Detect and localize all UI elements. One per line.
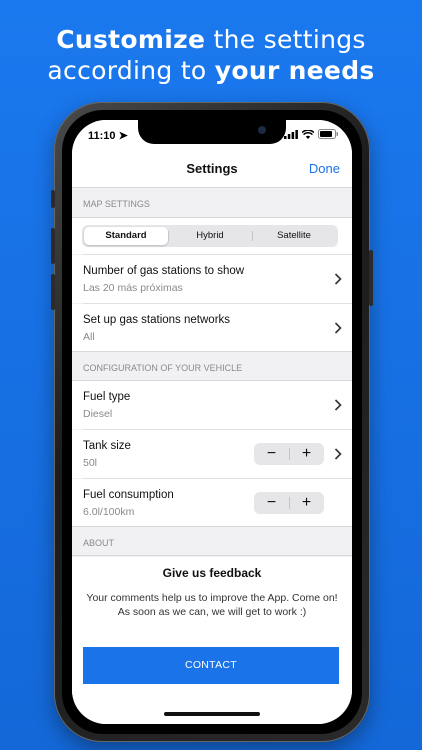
gas-stations-count-row[interactable]: Number of gas stations to show Las 20 má… [72,255,352,303]
increment-button[interactable]: + [289,443,324,465]
phone-power-button [369,250,373,306]
increment-button[interactable]: + [289,492,324,514]
row-label: Set up gas stations networks [83,314,231,326]
chevron-right-icon [334,273,342,285]
segment-hybrid[interactable]: Hybrid [168,227,252,245]
fuel-consumption-row[interactable]: Fuel consumption 6.0l/100km − + [72,479,352,526]
phone-volume-up-button [51,228,55,264]
promo-headline: Customize the settings according to your… [0,24,422,86]
row-value: 6.0l/100km [83,506,135,518]
navigation-bar: Settings Done [72,150,352,188]
section-header-map-settings: MAP SETTINGS [72,188,352,218]
fuel-consumption-stepper: − + [254,492,324,514]
contact-button[interactable]: CONTACT [83,647,339,684]
row-label: Fuel type [83,391,131,403]
notch [138,120,286,144]
feedback-card: Give us feedback Your comments help us t… [72,557,352,724]
location-arrow-icon: ➤ [118,130,128,142]
chevron-right-icon [334,322,342,334]
cellular-signal-icon [284,129,298,139]
fuel-type-row[interactable]: Fuel type Diesel [72,381,352,429]
row-label: Tank size [83,440,131,452]
row-label: Number of gas stations to show [83,265,245,277]
done-button[interactable]: Done [309,161,340,176]
row-value: 50l [83,457,98,469]
row-value: Las 20 más próximas [83,282,183,294]
status-time: 11:10 ➤ [88,130,128,142]
feedback-title: Give us feedback [162,566,262,580]
section-header-vehicle: CONFIGURATION OF YOUR VEHICLE [72,351,352,381]
decrement-button[interactable]: − [254,443,289,465]
wifi-icon [302,129,314,139]
row-value: Diesel [83,408,113,420]
phone-frame: 11:10 ➤ Settings Done MAP SETTINGS Stand… [51,102,373,742]
feedback-body: Your comments help us to improve the App… [86,592,338,618]
phone-mute-switch [51,190,55,208]
segment-standard[interactable]: Standard [84,227,168,245]
gas-station-networks-row[interactable]: Set up gas stations networks All [72,304,352,351]
row-label: Fuel consumption [83,489,174,501]
tank-size-row[interactable]: Tank size 50l − + [72,430,352,478]
row-value: All [83,331,95,343]
camera-icon [258,126,266,134]
map-type-cell: Standard Hybrid Satellite [72,218,352,254]
tank-size-stepper: − + [254,443,324,465]
chevron-right-icon [334,448,342,460]
battery-icon [318,129,338,139]
map-type-segmented-control: Standard Hybrid Satellite [82,225,338,247]
decrement-button[interactable]: − [254,492,289,514]
section-header-about: ABOUT [72,526,352,556]
phone-volume-down-button [51,274,55,310]
phone-screen: 11:10 ➤ Settings Done MAP SETTINGS Stand… [72,120,352,724]
chevron-right-icon [334,399,342,411]
status-icons [284,129,338,139]
home-indicator[interactable] [164,712,260,716]
segment-satellite[interactable]: Satellite [252,227,336,245]
headline-line-2: according to your needs [47,56,375,85]
headline-line-1: Customize the settings [56,25,366,54]
